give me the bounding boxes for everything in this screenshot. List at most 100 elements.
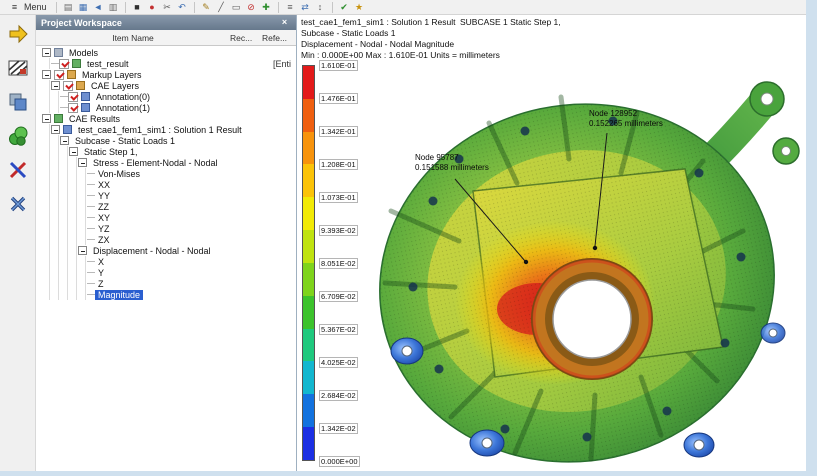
cut-icon[interactable]: ✂ <box>161 1 174 14</box>
checkbox-checked-icon[interactable] <box>59 59 69 69</box>
tree-wire <box>87 223 95 234</box>
axes-icon[interactable] <box>7 159 29 181</box>
star-icon[interactable]: ★ <box>353 1 366 14</box>
expander-icon[interactable] <box>51 125 60 134</box>
layer-icon <box>76 81 85 90</box>
annotation-icon <box>81 92 90 101</box>
tree-row-cae-results[interactable]: CAE Results <box>36 113 296 124</box>
toolbar-separator <box>332 2 333 13</box>
graphics-viewport[interactable]: test_cae1_fem1_sim1 : Solution 1 Result … <box>297 15 806 471</box>
tree-row-von-mises[interactable]: Von-Mises <box>36 168 296 179</box>
tree-row-magnitude[interactable]: Magnitude <box>36 289 296 300</box>
annotation-node-128952[interactable]: Node 128952 0.152265 millimeters <box>589 109 663 129</box>
paste-icon[interactable]: ▤ <box>62 1 75 14</box>
tree-row-x[interactable]: X <box>36 256 296 267</box>
tree-indent <box>42 157 78 168</box>
tree-row-displacement[interactable]: Displacement - Nodal - Nodal <box>36 245 296 256</box>
tree-row-value: [Enti <box>273 59 296 69</box>
panel-icon[interactable]: ▥ <box>107 1 120 14</box>
tree-label: Subcase - Static Loads 1 <box>72 136 178 146</box>
pen-icon[interactable]: ✎ <box>200 1 213 14</box>
record-icon[interactable]: ● <box>146 1 159 14</box>
tree-wire <box>87 212 95 223</box>
close-icon[interactable]: × <box>278 17 291 28</box>
fit-arrow-icon[interactable] <box>7 23 29 45</box>
legend-value: 4.025E-02 <box>319 357 358 368</box>
tree-label: Markup Layers <box>79 70 145 80</box>
checkbox-checked-icon[interactable] <box>54 70 64 80</box>
model-view[interactable] <box>355 51 801 467</box>
plus-icon[interactable]: ✚ <box>260 1 273 14</box>
layers-folder-icon <box>67 70 76 79</box>
tree-row-annotation-1[interactable]: Annotation(1) <box>36 102 296 113</box>
tree-row-annotation-0[interactable]: Annotation(0) <box>36 91 296 102</box>
tree-indent <box>42 234 87 245</box>
expander-icon[interactable] <box>42 70 51 79</box>
menu-label: Menu <box>24 2 47 12</box>
legend-value: 9.393E-02 <box>319 225 358 236</box>
fea-model[interactable] <box>355 51 801 467</box>
tree-indent <box>42 223 87 234</box>
checkbox-checked-icon[interactable] <box>68 103 78 113</box>
panel-title-bar[interactable]: Project Workspace × <box>36 15 296 30</box>
tree-indent <box>42 124 51 135</box>
column-item-name[interactable]: Item Name <box>36 33 230 43</box>
tree-row-y[interactable]: Y <box>36 267 296 278</box>
panel-title: Project Workspace <box>41 18 122 28</box>
legend-color-bar[interactable] <box>302 65 315 461</box>
expander-icon[interactable] <box>60 136 69 145</box>
tree-indent <box>42 278 87 289</box>
expander-icon[interactable] <box>42 48 51 57</box>
hatch-box-icon[interactable] <box>7 57 29 79</box>
tree-label: Annotation(0) <box>93 92 153 102</box>
column-rec[interactable]: Rec... <box>230 33 262 43</box>
tree-row-zz[interactable]: ZZ <box>36 201 296 212</box>
tree-row-stress[interactable]: Stress - Element-Nodal - Nodal <box>36 157 296 168</box>
fill-icon[interactable]: ■ <box>131 1 144 14</box>
tree-row-solution-result[interactable]: test_cae1_fem1_sim1 : Solution 1 Result <box>36 124 296 135</box>
result-component: Displacement - Nodal - Nodal Magnitude <box>301 39 500 50</box>
line-icon[interactable]: ╱ <box>215 1 228 14</box>
subcase-step-label: SUBCASE 1 Static Step 1, <box>460 17 561 27</box>
updown-icon[interactable]: ↕ <box>314 1 327 14</box>
expander-icon[interactable] <box>78 246 87 255</box>
tree-row-yy[interactable]: YY <box>36 190 296 201</box>
grid-icon[interactable]: ▦ <box>77 1 90 14</box>
tree-row-yz[interactable]: YZ <box>36 223 296 234</box>
annotation-node-value: 0.151588 millimeters <box>415 163 489 173</box>
tree-row-zx[interactable]: ZX <box>36 234 296 245</box>
back-icon[interactable]: ◄ <box>92 1 105 14</box>
expander-icon[interactable] <box>51 81 60 90</box>
tree-row-xy[interactable]: XY <box>36 212 296 223</box>
tree-row-cae-layers[interactable]: CAE Layers <box>36 80 296 91</box>
cross-icon[interactable] <box>7 193 29 215</box>
checkbox-checked-icon[interactable] <box>63 81 73 91</box>
swap-icon[interactable]: ⇄ <box>299 1 312 14</box>
annotation-node-95787[interactable]: Node 95787 0.151588 millimeters <box>415 153 489 173</box>
expander-icon[interactable] <box>78 158 87 167</box>
tree-row-subcase[interactable]: Subcase - Static Loads 1 <box>36 135 296 146</box>
annotation-node-value: 0.152265 millimeters <box>589 119 663 129</box>
tree-row-z[interactable]: Z <box>36 278 296 289</box>
menu-button[interactable]: ≡ Menu <box>4 1 51 14</box>
tree-label: ZX <box>95 235 113 245</box>
nosym-icon[interactable]: ⊘ <box>245 1 258 14</box>
expander-icon[interactable] <box>69 147 78 156</box>
column-refe[interactable]: Refe... <box>262 33 296 43</box>
tree-row-test-result[interactable]: test_result [Enti <box>36 58 296 69</box>
checkbox-checked-icon[interactable] <box>68 92 78 102</box>
check-icon[interactable]: ✔ <box>338 1 351 14</box>
toolbar-separator <box>194 2 195 13</box>
rect-icon[interactable]: ▭ <box>230 1 243 14</box>
tree-row-models[interactable]: Models <box>36 47 296 58</box>
list-icon[interactable]: ≡ <box>284 1 297 14</box>
expander-icon[interactable] <box>42 114 51 123</box>
tree-row-static-step[interactable]: Static Step 1, <box>36 146 296 157</box>
tree-wire <box>60 91 68 102</box>
undo-icon[interactable]: ↶ <box>176 1 189 14</box>
tree-row-xx[interactable]: XX <box>36 179 296 190</box>
layers-icon[interactable] <box>7 91 29 113</box>
spheres-icon[interactable] <box>7 125 29 147</box>
tree-label-selected: Magnitude <box>95 290 143 300</box>
tree-row-markup-layers[interactable]: Markup Layers <box>36 69 296 80</box>
